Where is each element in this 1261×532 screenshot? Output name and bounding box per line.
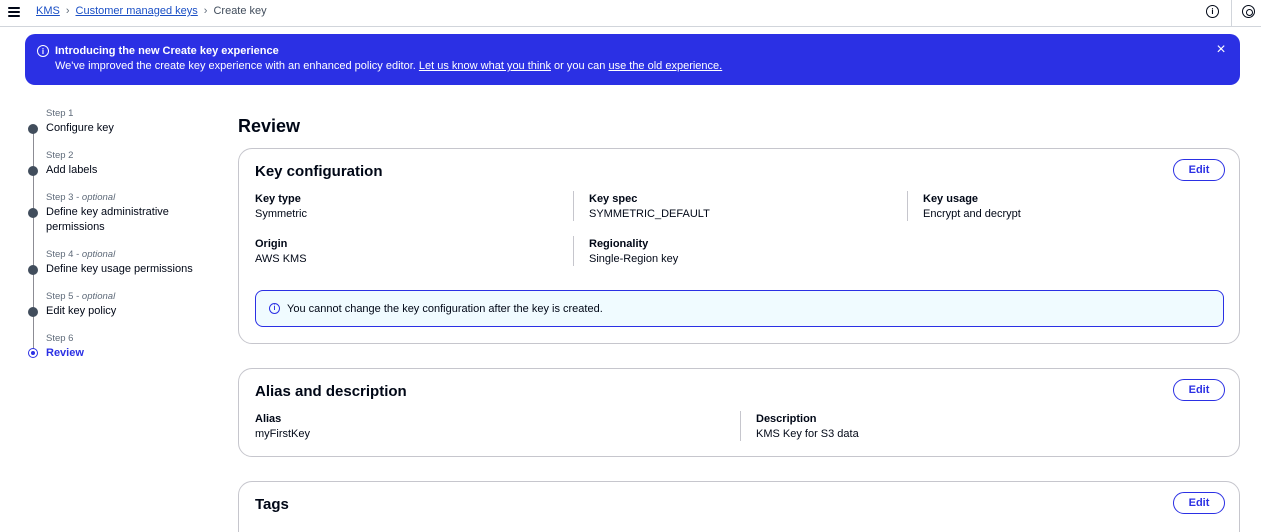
info-alert-text: You cannot change the key configuration … [287,303,603,315]
alias-label: Alias [255,413,282,425]
breadcrumb-customer-managed-keys[interactable]: Customer managed keys [76,5,198,17]
key-spec-value: SYMMETRIC_DEFAULT [589,208,710,220]
breadcrumb: KMS › Customer managed keys › Create key [36,5,267,17]
breadcrumb-kms[interactable]: KMS [36,5,60,17]
key-spec-label: Key spec [589,193,638,205]
key-type-value: Symmetric [255,208,307,220]
info-alert: i You cannot change the key configuratio… [255,290,1224,327]
step-label-add-labels[interactable]: Add labels [46,163,216,178]
step-indicator-active[interactable] [28,348,38,358]
origin-label: Origin [255,238,288,250]
step-number: Step 4 - optional [46,249,116,260]
step-number: Step 5 - optional [46,291,116,302]
step-indicator[interactable] [28,124,38,134]
key-configuration-card: Key configuration Edit Key type Symmetri… [238,148,1240,344]
card-title: Tags [255,496,289,513]
step-number: Step 2 [46,150,74,161]
step-connector [33,272,34,312]
step-label-configure-key[interactable]: Configure key [46,121,216,136]
key-usage-label: Key usage [923,193,979,205]
card-title: Alias and description [255,383,407,400]
step-connector [33,131,34,171]
key-usage-value: Encrypt and decrypt [923,208,1021,220]
tags-card: Tags Edit [238,481,1240,532]
origin-value: AWS KMS [255,253,307,265]
divider [1231,0,1232,27]
flash-title: Introducing the new Create key experienc… [55,45,279,57]
column-divider [573,191,574,221]
step-indicator[interactable] [28,265,38,275]
step-label-admin-permissions[interactable]: Define key administrative permissions [46,205,186,235]
step-indicator[interactable] [28,166,38,176]
flash-body-middle: or you can [554,60,606,72]
step-label-review[interactable]: Review [46,346,216,361]
old-experience-link[interactable]: use the old experience. [608,60,722,72]
close-icon[interactable]: × [1214,42,1228,58]
feedback-link[interactable]: Let us know what you think [419,60,551,72]
description-value: KMS Key for S3 data [756,428,859,440]
hamburger-menu-icon[interactable] [8,4,24,20]
top-bar: KMS › Customer managed keys › Create key… [0,0,1261,27]
breadcrumb-chevron-icon: › [203,5,208,17]
edit-alias-button[interactable]: Edit [1173,379,1225,401]
step-connector [33,173,34,213]
info-icon: i [37,45,49,57]
flash-body-text: We've improved the create key experience… [55,60,416,72]
flash-body: We've improved the create key experience… [55,60,722,72]
step-indicator[interactable] [28,208,38,218]
info-icon[interactable]: i [1206,5,1219,18]
alias-value: myFirstKey [255,428,310,440]
key-type-label: Key type [255,193,301,205]
column-divider [907,191,908,221]
breadcrumb-current: Create key [213,5,267,17]
description-label: Description [756,413,817,425]
card-title: Key configuration [255,163,383,180]
breadcrumb-chevron-icon: › [65,5,70,17]
edit-key-config-button[interactable]: Edit [1173,159,1225,181]
step-indicator[interactable] [28,307,38,317]
page-title: Review [238,116,301,136]
alias-description-card: Alias and description Edit Alias myFirst… [238,368,1240,457]
step-connector [33,215,34,270]
step-label-usage-permissions[interactable]: Define key usage permissions [46,262,216,277]
step-label-edit-key-policy[interactable]: Edit key policy [46,304,216,319]
regionality-label: Regionality [589,238,649,250]
settings-icon[interactable] [1242,5,1255,18]
step-number: Step 6 [46,333,74,344]
step-number: Step 1 [46,108,74,119]
column-divider [740,411,741,441]
step-number: Step 3 - optional [46,192,116,203]
regionality-value: Single-Region key [589,253,679,265]
info-icon: i [269,303,280,314]
column-divider [573,236,574,266]
edit-tags-button[interactable]: Edit [1173,492,1225,514]
flash-banner: i Introducing the new Create key experie… [25,34,1240,85]
